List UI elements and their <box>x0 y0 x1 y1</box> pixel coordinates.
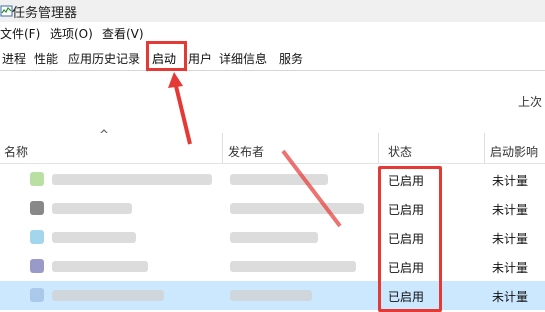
annotation-arrows <box>168 72 342 228</box>
annotation-arrowhead-up <box>168 72 183 88</box>
annotation-arrow-up <box>174 85 192 145</box>
annotation-arrow-down <box>281 149 342 228</box>
